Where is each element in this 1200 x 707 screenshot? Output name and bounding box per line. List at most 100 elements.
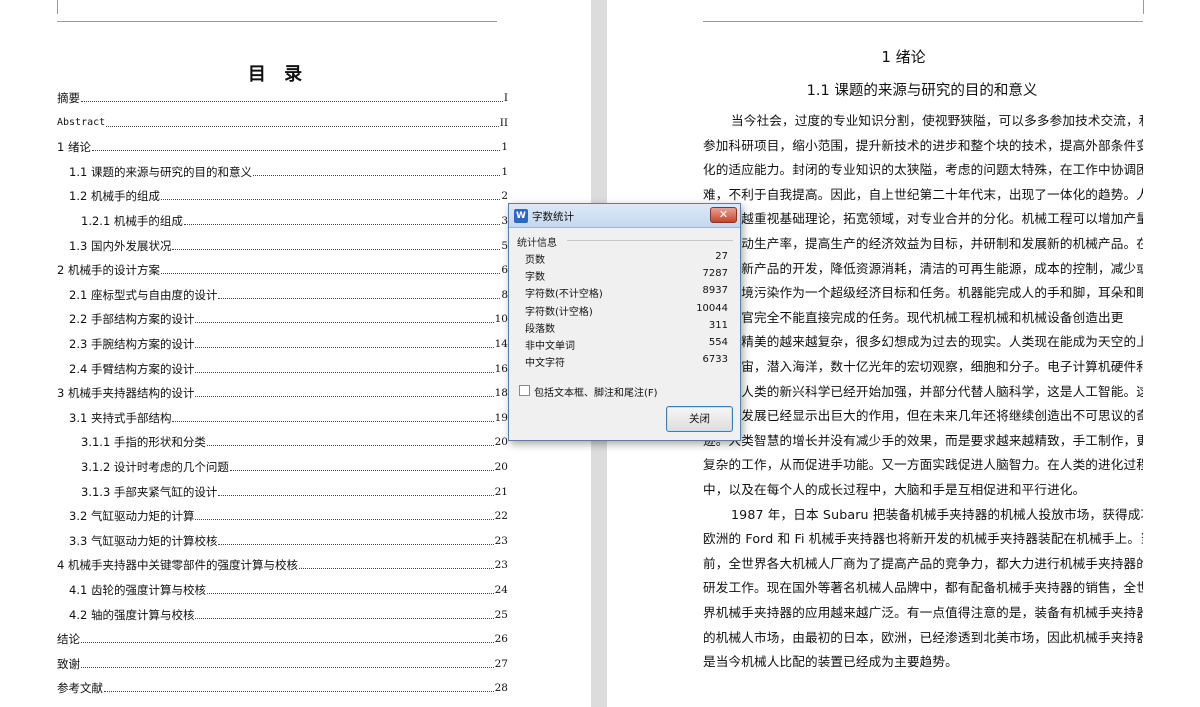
toc-leader-dots bbox=[195, 347, 494, 348]
stat-label: 字符数(计空格) bbox=[525, 306, 593, 318]
toc-entry-label: 1.2 机械手的组成 bbox=[69, 189, 160, 204]
toc-leader-dots bbox=[218, 494, 494, 496]
toc-entry[interactable]: 1.2.1 机械手的组成 3 bbox=[57, 208, 508, 228]
stat-value: 8937 bbox=[702, 285, 728, 297]
toc-leader-dots bbox=[195, 617, 494, 619]
toc-entry[interactable]: 结论 26 bbox=[57, 626, 508, 646]
toc-entry[interactable]: 2.4 手臂结构方案的设计 16 bbox=[57, 356, 508, 376]
dialog-titlebar[interactable]: W 字数统计 ✕ bbox=[509, 204, 740, 228]
toc-leader-dots bbox=[106, 125, 499, 127]
stat-row: 页数 27 bbox=[525, 251, 728, 268]
toc-entry-label: 2.1 座标型式与自由度的设计 bbox=[69, 287, 218, 302]
toc-entry-page: 6 bbox=[501, 264, 508, 277]
toc-entry-label: 3.1 夹持式手部结构 bbox=[69, 410, 172, 425]
toc-entry[interactable]: 3.1 夹持式手部结构 19 bbox=[57, 405, 508, 425]
group-label: 统计信息 bbox=[517, 238, 557, 249]
toc-entry-page: 26 bbox=[494, 633, 508, 646]
toc-entry[interactable]: 2.3 手腕结构方案的设计 14 bbox=[57, 331, 508, 351]
toc-entry[interactable]: 参考文献 28 bbox=[57, 675, 508, 695]
stat-label: 页数 bbox=[525, 255, 545, 266]
group-divider bbox=[567, 240, 733, 241]
body-line: 研发工作。现在国外等著名机械人品牌中，都有配备机械手夹持器的销售，全世 bbox=[703, 580, 1143, 596]
body-line: 睛等感官完全不能直接完成的任务。现代机械工程机械和机械设备创造出更 bbox=[703, 309, 1124, 325]
toc-entry-page: 24 bbox=[494, 584, 508, 596]
toc-entry-label: 1 绪论 bbox=[57, 140, 91, 155]
toc-entry[interactable]: 3.1.3 手部夹紧气缸的设计 21 bbox=[57, 479, 508, 499]
toc-entry[interactable]: 3.3 气缸驱动力矩的计算校核 23 bbox=[57, 528, 508, 548]
close-icon[interactable]: ✕ bbox=[710, 207, 737, 223]
stat-row: 字符数(计空格) 10044 bbox=[525, 303, 728, 320]
chapter-title: 1 绪论 bbox=[881, 48, 926, 66]
toc-leader-dots bbox=[172, 420, 494, 422]
dialog-title: 字数统计 bbox=[532, 211, 574, 223]
toc-entry[interactable]: 2.1 座标型式与自由度的设计 8 bbox=[57, 282, 508, 302]
toc-entry-page: 16 bbox=[494, 362, 508, 375]
toc-leader-dots bbox=[206, 445, 494, 447]
toc-entry[interactable]: 4 机械手夹持器中关键零部件的强度计算与校核 23 bbox=[57, 552, 508, 572]
toc-leader-dots bbox=[160, 273, 501, 275]
toc-entry-label: 2.3 手腕结构方案的设计 bbox=[69, 337, 195, 351]
stat-label: 字符数(不计空格) bbox=[525, 289, 603, 301]
toc-entry[interactable]: 3.2 气缸驱动力矩的计算 22 bbox=[57, 503, 508, 523]
toc-entry[interactable]: Abstract II bbox=[57, 110, 508, 130]
include-textbox-checkbox[interactable] bbox=[519, 385, 530, 396]
body-line: 消除环境污染作为一个超级经济目标和任务。机器能完成人的手和脚，耳朵和眼 bbox=[703, 285, 1143, 301]
toc-entry[interactable]: 2.2 手部结构方案的设计 10 bbox=[57, 306, 508, 326]
stat-value: 27 bbox=[715, 251, 728, 262]
toc-entry[interactable]: 1.2 机械手的组成 2 bbox=[57, 183, 508, 203]
toc-leader-dots bbox=[183, 224, 501, 225]
toc-entry[interactable]: 摘要 I bbox=[57, 85, 508, 105]
toc-entry-page: 27 bbox=[494, 657, 508, 670]
toc-leader-dots bbox=[81, 666, 494, 668]
toc-entry[interactable]: 3.1.2 设计时考虑的几个问题 20 bbox=[57, 454, 508, 474]
toc-leader-dots bbox=[81, 642, 494, 644]
stat-label: 非中文单词 bbox=[525, 341, 575, 352]
body-line: 未来，新产品的开发，降低资源消耗，清洁的可再生能源，成本的控制，减少或 bbox=[703, 260, 1143, 276]
section-title: 1.1 课题的来源与研究的目的和意义 bbox=[806, 83, 1038, 99]
corner-mark bbox=[1143, 0, 1144, 14]
toc-entry-page: 20 bbox=[494, 461, 508, 473]
toc-leader-dots bbox=[81, 101, 503, 102]
stat-value: 10044 bbox=[696, 302, 728, 314]
toc-entry-label: 摘要 bbox=[57, 91, 80, 105]
toc-entry-label: 2.4 手臂结构方案的设计 bbox=[69, 361, 195, 376]
toc-entry-label: 4 机械手夹持器中关键零部件的强度计算与校核 bbox=[57, 558, 298, 573]
toc-leader-dots bbox=[229, 470, 494, 471]
stat-value: 7287 bbox=[702, 268, 728, 280]
toc-entry-label: 1.2.1 机械手的组成 bbox=[81, 214, 183, 228]
toc-entry-label: 1.1 课题的来源与研究的目的和意义 bbox=[69, 164, 252, 179]
toc-entry-page: 14 bbox=[494, 338, 508, 350]
wps-writer-icon: W bbox=[514, 209, 528, 223]
toc-entry[interactable]: 1.3 国内外发展状况 5 bbox=[57, 233, 508, 253]
toc-entry[interactable]: 1 绪论 1 bbox=[57, 134, 508, 154]
body-line: 提高劳动生产率，提高生产的经济效益为目标，并研制和发展新的机械产品。在 bbox=[703, 236, 1143, 251]
body-line: 欧洲的 Ford 和 Fi 机械手夹持器也将新开发的机械手夹持器装配在机械手上。… bbox=[703, 531, 1143, 547]
toc-entry-page: 3 bbox=[501, 215, 508, 227]
toc-leader-dots bbox=[206, 593, 494, 594]
stat-row: 中文字符 6733 bbox=[525, 354, 728, 371]
toc-leader-dots bbox=[218, 543, 494, 545]
toc-entry-label: 3.1.3 手部夹紧气缸的设计 bbox=[81, 484, 218, 499]
toc-entry[interactable]: 致谢 27 bbox=[57, 651, 508, 671]
toc-leader-dots bbox=[195, 396, 494, 398]
toc-entry[interactable]: 3.1.1 手指的形状和分类 20 bbox=[57, 429, 508, 449]
toc-entry-label: 4.1 齿轮的强度计算与校核 bbox=[69, 583, 206, 597]
toc-entry-label: 结论 bbox=[57, 632, 80, 647]
toc-entry[interactable]: 2 机械手的设计方案 6 bbox=[57, 257, 508, 277]
toc-entry[interactable]: 1.1 课题的来源与研究的目的和意义 1 bbox=[57, 159, 508, 179]
toc-leader-dots bbox=[195, 322, 494, 324]
toc-entry-page: 18 bbox=[494, 387, 508, 400]
word-count-dialog: W 字数统计 ✕ 统计信息 页数 27 字数 7287 字符数(不计空格) 8937 字符数… bbox=[508, 203, 741, 441]
toc-entry-page: II bbox=[499, 116, 508, 129]
toc-entry[interactable]: 3 机械手夹持器结构的设计 18 bbox=[57, 380, 508, 400]
body-line: 是当今机械人比配的装置已经成为主要趋势。 bbox=[703, 654, 958, 670]
body-line: 难，不利于自我提高。因此，自上世纪第二十年代末，出现了一体化的趋势。人 bbox=[703, 186, 1143, 202]
toc-entry-page: 1 bbox=[501, 165, 508, 178]
toc-leader-dots bbox=[91, 150, 501, 152]
body-line: 迹。人类智慧的增长并没有减少手的效果，而是要求越来越精致，手工制作，更 bbox=[703, 432, 1143, 448]
include-textbox-label[interactable]: 包括文本框、脚注和尾注(F) bbox=[534, 384, 658, 399]
body-line: 前，全世界各大机械人厂商为了提高产品的竞争力，都大力进行机械手夹持器的 bbox=[703, 555, 1143, 571]
toc-entry[interactable]: 4.2 轴的强度计算与校核 25 bbox=[57, 602, 508, 622]
close-button[interactable]: 关闭 bbox=[666, 406, 733, 432]
toc-entry[interactable]: 4.1 齿轮的强度计算与校核 24 bbox=[57, 577, 508, 597]
